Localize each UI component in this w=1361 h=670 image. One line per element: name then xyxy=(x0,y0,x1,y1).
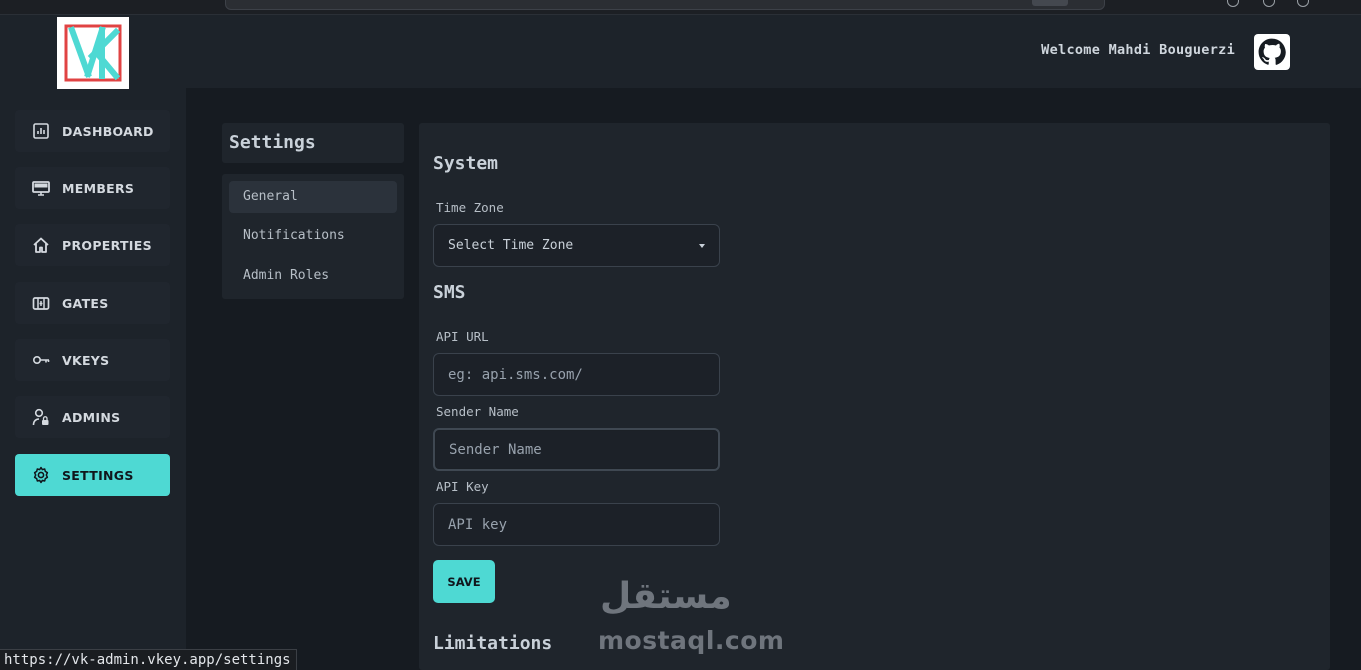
vk-logo-icon xyxy=(64,24,122,82)
bar-chart-icon xyxy=(32,122,50,140)
timezone-label: Time Zone xyxy=(436,200,504,215)
home-icon xyxy=(32,236,50,254)
sidebar-item-gates[interactable]: GATES xyxy=(15,282,170,324)
api-key-label: API Key xyxy=(436,479,489,494)
timezone-select-value: Select Time Zone xyxy=(448,238,574,253)
section-title-sms: SMS xyxy=(433,282,466,303)
address-bar-chip xyxy=(1032,0,1068,6)
top-header: Welcome Mahdi Bouguerzi xyxy=(186,15,1361,88)
browser-toolbar xyxy=(0,0,1361,15)
vk-logo[interactable] xyxy=(57,17,129,89)
api-key-placeholder: API key xyxy=(448,516,508,533)
settings-menu: General Notifications Admin Roles xyxy=(222,174,404,299)
section-title-system: System xyxy=(433,153,499,174)
sidebar-item-label: MEMBERS xyxy=(62,180,135,196)
sender-name-placeholder: Sender Name xyxy=(449,441,542,458)
settings-menu-admin-roles[interactable]: Admin Roles xyxy=(229,260,397,292)
sidebar-item-label: SETTINGS xyxy=(62,467,134,483)
api-key-input[interactable]: API key xyxy=(433,503,720,546)
gate-icon xyxy=(32,294,50,312)
settings-title: Settings xyxy=(222,123,404,163)
section-title-limitations: Limitations xyxy=(433,633,553,654)
settings-menu-notifications[interactable]: Notifications xyxy=(229,220,397,252)
timezone-select[interactable]: Select Time Zone xyxy=(433,224,720,267)
sidebar-item-settings[interactable]: SETTINGS xyxy=(15,454,170,496)
sidebar-item-vkeys[interactable]: VKEYS xyxy=(15,339,170,381)
sender-name-label: Sender Name xyxy=(436,404,519,419)
api-url-input[interactable]: eg: api.sms.com/ xyxy=(433,353,720,396)
sidebar-item-admins[interactable]: ADMINS xyxy=(15,396,170,438)
address-bar[interactable] xyxy=(225,0,1105,10)
menu-icon[interactable] xyxy=(1297,0,1309,7)
api-url-placeholder: eg: api.sms.com/ xyxy=(448,366,583,383)
sidebar: DASHBOARD MEMBERS PROPERTIES GATES VKEYS… xyxy=(0,15,186,670)
profile-icon[interactable] xyxy=(1263,0,1275,7)
user-lock-icon xyxy=(32,408,50,426)
sidebar-item-label: PROPERTIES xyxy=(62,237,152,253)
welcome-message: Welcome Mahdi Bouguerzi xyxy=(1041,42,1235,58)
sender-name-input[interactable]: Sender Name xyxy=(433,428,720,471)
sidebar-item-label: ADMINS xyxy=(62,409,121,425)
settings-menu-general[interactable]: General xyxy=(229,181,397,213)
watermark-arabic: مستقل xyxy=(600,576,732,617)
api-url-label: API URL xyxy=(436,329,489,344)
sidebar-item-label: GATES xyxy=(62,295,109,311)
gear-icon xyxy=(32,466,50,484)
sidebar-item-label: DASHBOARD xyxy=(62,123,154,139)
sidebar-item-label: VKEYS xyxy=(62,352,110,368)
github-button[interactable] xyxy=(1254,34,1290,70)
watermark-latin: mostaql.com xyxy=(598,626,785,655)
key-icon xyxy=(32,351,50,369)
sidebar-item-members[interactable]: MEMBERS xyxy=(15,167,170,209)
monitor-icon xyxy=(32,179,50,197)
sidebar-item-properties[interactable]: PROPERTIES xyxy=(15,224,170,266)
extension-icon[interactable] xyxy=(1227,0,1239,7)
sidebar-item-dashboard[interactable]: DASHBOARD xyxy=(15,110,170,152)
github-icon xyxy=(1258,38,1286,65)
chevron-down-icon xyxy=(699,243,705,248)
settings-form-panel: System Time Zone Select Time Zone SMS AP… xyxy=(419,123,1330,670)
status-bar-url: https://vk-admin.vkey.app/settings xyxy=(0,649,297,670)
save-button[interactable]: SAVE xyxy=(433,560,495,603)
